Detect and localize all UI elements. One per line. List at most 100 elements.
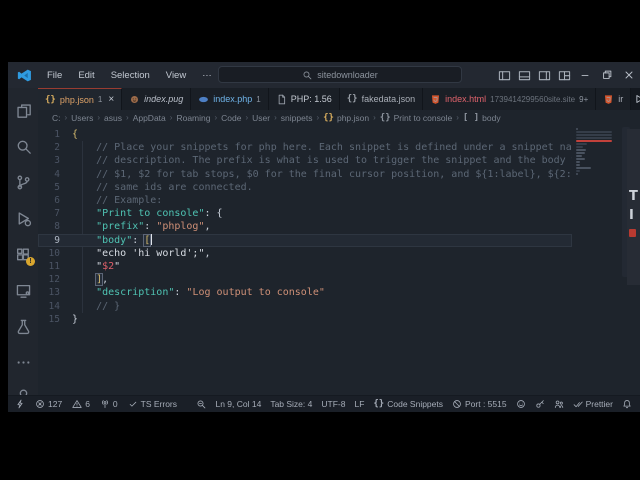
code-line-8[interactable]: 8 "prefix": "phplog", <box>38 220 572 233</box>
status-eol[interactable]: LF <box>354 399 364 409</box>
window-restore-button[interactable] <box>596 62 618 88</box>
menu-[interactable]: ··· <box>195 67 219 84</box>
window-close-button[interactable] <box>618 62 640 88</box>
line-content: // $1, $2 for tab stops, $0 for the fina… <box>70 169 572 180</box>
breadcrumb-item[interactable]: AppData <box>133 113 166 123</box>
code-line-13[interactable]: 13 "description": "Log output to console… <box>38 286 572 299</box>
code-line-12[interactable]: 12 ], <box>38 273 572 286</box>
layout-panel-button[interactable] <box>514 62 534 88</box>
activity-bar: ! <box>8 88 38 395</box>
status-encoding[interactable]: UTF-8 <box>321 399 345 409</box>
line-number: 5 <box>38 182 70 193</box>
activity-additional-views[interactable] <box>8 344 38 380</box>
breadcrumb-item[interactable]: [ ]body <box>463 113 501 123</box>
minimap-line <box>576 161 580 163</box>
errcircle-icon <box>35 399 45 409</box>
code-line-4[interactable]: 4 // $1, $2 for tab stops, $0 for the fi… <box>38 168 572 181</box>
code-line-11[interactable]: 11 "$2" <box>38 260 572 273</box>
activity-source-control[interactable] <box>8 164 38 200</box>
search-icon <box>15 138 32 155</box>
activity-remote-explorer[interactable] <box>8 272 38 308</box>
layout-sidebar-right-button[interactable] <box>534 62 554 88</box>
minimap[interactable] <box>576 128 614 328</box>
activity-explorer[interactable] <box>8 92 38 128</box>
breadcrumb-item[interactable]: Users <box>71 113 93 123</box>
file-icon <box>276 94 287 105</box>
code-line-2[interactable]: 2 // Place your snippets for php here. E… <box>38 141 572 154</box>
code-line-3[interactable]: 3 // description. The prefix is what is … <box>38 154 572 167</box>
json-braces-icon: {} <box>347 94 358 104</box>
run-button[interactable] <box>631 91 640 107</box>
code-line-10[interactable]: 10 "echo 'hi world';", <box>38 247 572 260</box>
tab-ir[interactable]: ir <box>596 88 631 110</box>
search-icon <box>302 70 312 80</box>
menu-edit[interactable]: Edit <box>71 67 101 84</box>
status-live-server-port[interactable]: Port : 5515 <box>452 399 507 409</box>
tab-index.php[interactable]: index.php1 <box>191 88 269 110</box>
status-error-count[interactable]: 127 <box>35 399 62 409</box>
tab-fakedata.json[interactable]: {}fakedata.json <box>340 88 423 110</box>
tab-php.json[interactable]: {}php.json1× <box>38 88 122 110</box>
code-line-5[interactable]: 5 // same ids are connected. <box>38 181 572 194</box>
search-icon <box>302 70 312 80</box>
layout-sidebar-left-button[interactable] <box>494 62 514 88</box>
activity-run-and-debug[interactable] <box>8 200 38 236</box>
activity-extensions[interactable]: ! <box>8 236 38 272</box>
status-cursor-position[interactable]: Ln 9, Col 14 <box>215 399 261 409</box>
status-notifications[interactable] <box>622 399 632 409</box>
tab-index.pug[interactable]: index.pug <box>122 88 191 110</box>
code-editor[interactable]: 1{2 // Place your snippets for php here.… <box>38 125 640 395</box>
status-indentation[interactable]: Tab Size: 4 <box>270 399 312 409</box>
menu-view[interactable]: View <box>159 67 193 84</box>
status-remote-indicator[interactable] <box>15 399 25 409</box>
code-line-1[interactable]: 1{ <box>38 128 572 141</box>
breadcrumb-separator: › <box>126 113 129 122</box>
tab-php-1.56[interactable]: PHP: 1.56 <box>269 88 340 110</box>
status-feedback[interactable] <box>516 399 526 409</box>
layout-customize-button[interactable] <box>554 62 574 88</box>
tab-index.html[interactable]: index.html1739414299560site.site9+ <box>423 88 596 110</box>
breadcrumb-item[interactable]: {}php.json <box>323 113 369 123</box>
line-content: "echo 'hi world';", <box>70 248 211 259</box>
minimap-line <box>576 134 612 136</box>
activity-search[interactable] <box>8 128 38 164</box>
breadcrumb-item[interactable]: Code <box>221 113 241 123</box>
status-zoom-indicator[interactable] <box>196 399 206 409</box>
status-key-indicator[interactable] <box>535 399 545 409</box>
slash-icon <box>452 399 462 409</box>
breadcrumb-item[interactable]: asus <box>104 113 122 123</box>
breadcrumb-item[interactable]: Roaming <box>176 113 210 123</box>
code-line-14[interactable]: 14 // } <box>38 299 572 312</box>
minimap-line <box>576 170 580 172</box>
play-icon <box>633 93 640 105</box>
layout-customize-icon <box>558 69 571 82</box>
breadcrumb-label: Print to console <box>394 113 453 123</box>
menu-selection[interactable]: Selection <box>104 67 157 84</box>
status-ts-errors[interactable]: TS Errors <box>128 399 177 409</box>
line-content: // } <box>70 301 120 312</box>
breadcrumb-item[interactable]: C: <box>52 113 61 123</box>
breadcrumb-item[interactable]: User <box>252 113 270 123</box>
status-ports-indicator[interactable]: 0 <box>100 399 118 409</box>
activity-testing[interactable] <box>8 308 38 344</box>
minimap-line <box>576 131 612 133</box>
code-line-6[interactable]: 6 // Example: <box>38 194 572 207</box>
window-minimize-button[interactable] <box>574 62 596 88</box>
tab-close-button[interactable]: × <box>108 94 114 105</box>
status-prettier[interactable]: Prettier <box>573 399 613 409</box>
status-warning-count[interactable]: 6 <box>72 399 90 409</box>
code-line-7[interactable]: 7 "Print to console": { <box>38 207 572 220</box>
code-line-9[interactable]: 9 "body": [ <box>38 234 572 247</box>
breadcrumb-item[interactable]: {}Print to console <box>380 113 452 123</box>
line-content: "description": "Log output to console" <box>70 287 325 298</box>
minimize-icon <box>579 69 591 81</box>
breadcrumb-separator: › <box>373 113 376 122</box>
code-line-15[interactable]: 15} <box>38 313 572 326</box>
line-number: 15 <box>38 314 70 325</box>
status-language-mode[interactable]: {}Code Snippets <box>373 399 443 409</box>
status-accounts-sync[interactable] <box>554 399 564 409</box>
breadcrumb-item[interactable]: snippets <box>281 113 313 123</box>
menu-file[interactable]: File <box>40 67 69 84</box>
dblcheck-icon <box>573 399 583 409</box>
command-center-search[interactable]: sitedownloader <box>218 66 462 83</box>
